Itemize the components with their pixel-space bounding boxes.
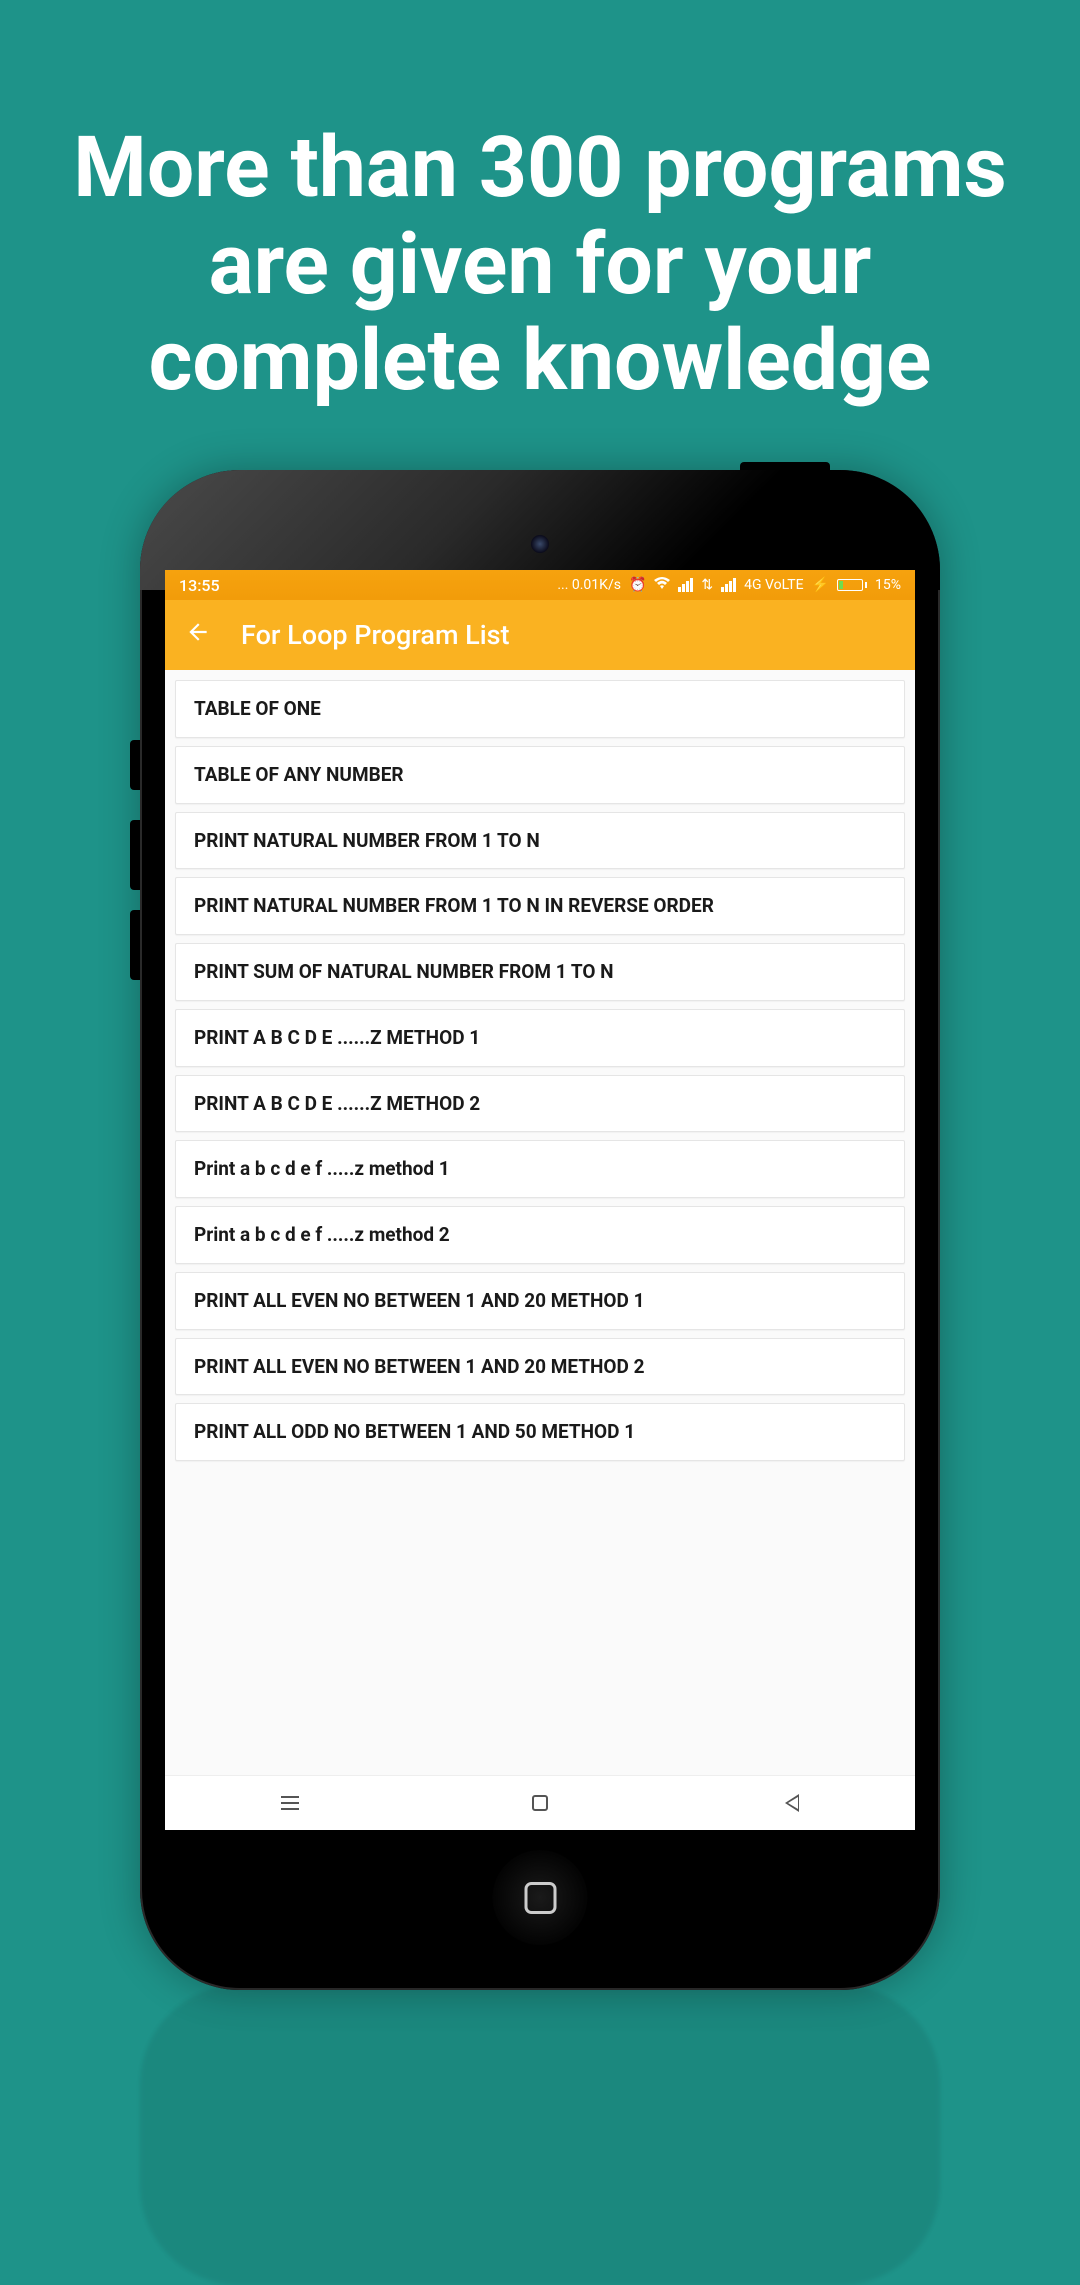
app-bar-title: For Loop Program List (241, 619, 510, 651)
list-item[interactable]: PRINT A B C D E ......Z METHOD 1 (175, 1009, 905, 1067)
phone-screen: 13:55 ... 0.01K/s ⏰ ⇅ 4G VoLTE ⚡ 15% (165, 570, 915, 1830)
back-icon[interactable] (779, 1792, 801, 1814)
list-item[interactable]: TABLE OF ANY NUMBER (175, 746, 905, 804)
list-item[interactable]: PRINT ALL EVEN NO BETWEEN 1 AND 20 METHO… (175, 1338, 905, 1396)
list-item[interactable]: PRINT NATURAL NUMBER FROM 1 TO N (175, 812, 905, 870)
status-bar: 13:55 ... 0.01K/s ⏰ ⇅ 4G VoLTE ⚡ 15% (165, 570, 915, 600)
data-arrows-icon: ⇅ (701, 577, 713, 593)
list-item[interactable]: Print a b c d e f .....z method 2 (175, 1206, 905, 1264)
home-icon[interactable] (529, 1792, 551, 1814)
phone-camera (531, 535, 549, 553)
program-list[interactable]: TABLE OF ONE TABLE OF ANY NUMBER PRINT N… (165, 670, 915, 1775)
list-item[interactable]: PRINT NATURAL NUMBER FROM 1 TO N IN REVE… (175, 877, 905, 935)
list-item[interactable]: PRINT A B C D E ......Z METHOD 2 (175, 1075, 905, 1133)
status-network-label: 4G VoLTE (744, 577, 803, 593)
phone-mockup: 13:55 ... 0.01K/s ⏰ ⇅ 4G VoLTE ⚡ 15% (140, 470, 940, 1990)
status-battery-pct: 15% (875, 577, 901, 593)
back-arrow-icon[interactable] (185, 619, 211, 651)
status-time: 13:55 (179, 576, 220, 595)
list-item[interactable]: PRINT ALL ODD NO BETWEEN 1 AND 50 METHOD… (175, 1403, 905, 1461)
signal-icon-2 (721, 578, 736, 592)
signal-icon (678, 578, 693, 592)
phone-home-button (493, 1850, 588, 1945)
app-bar: For Loop Program List (165, 600, 915, 670)
promo-headline: More than 300 programs are given for you… (0, 0, 1080, 410)
status-data-speed: ... 0.01K/s (557, 577, 621, 593)
recent-apps-icon[interactable] (279, 1792, 301, 1814)
android-nav-bar (165, 1775, 915, 1830)
wifi-icon (654, 577, 670, 593)
list-item[interactable]: PRINT ALL EVEN NO BETWEEN 1 AND 20 METHO… (175, 1272, 905, 1330)
battery-icon (837, 579, 867, 591)
list-item[interactable]: TABLE OF ONE (175, 680, 905, 738)
alarm-icon: ⏰ (629, 577, 646, 593)
list-item[interactable]: PRINT SUM OF NATURAL NUMBER FROM 1 TO N (175, 943, 905, 1001)
charging-icon: ⚡ (812, 577, 829, 593)
list-item[interactable]: Print a b c d e f .....z method 1 (175, 1140, 905, 1198)
